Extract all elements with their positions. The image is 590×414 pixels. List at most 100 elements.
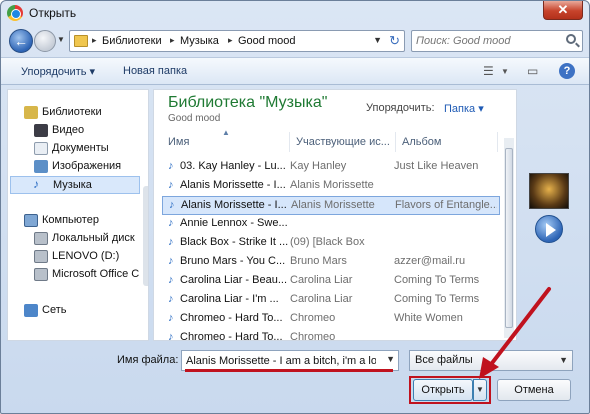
forward-button[interactable]: [34, 30, 56, 52]
filename-field[interactable]: ▼: [181, 350, 399, 371]
new-folder-button[interactable]: Новая папка: [123, 65, 187, 77]
column-header-artists[interactable]: Участвующие ис...: [292, 132, 396, 152]
breadcrumb-separator-icon[interactable]: ▸: [228, 35, 233, 46]
table-row[interactable]: ♪ Chromeo - Hard To... Chromeo White Wome…: [162, 310, 500, 329]
column-header-album[interactable]: Альбом: [398, 132, 498, 152]
breadcrumb-libraries[interactable]: Библиотеки: [102, 35, 162, 47]
sidebar-item-music[interactable]: ♪ Музыка: [10, 176, 140, 194]
music-file-icon: ♪: [168, 293, 174, 305]
navigation-pane: Библиотеки Видео Документы Изображения ♪…: [7, 89, 149, 341]
sidebar-item-network[interactable]: Сеть: [24, 302, 144, 320]
open-file-dialog: Открыть ✕ ← ▼ ▸ Библиотеки ▸ Музыка ▸ Go…: [0, 0, 590, 414]
file-type-value: Все файлы: [415, 354, 473, 366]
table-row-selected[interactable]: ♪ Alanis Morissette - I... Alanis Morisse…: [162, 196, 500, 215]
music-file-icon: ♪: [168, 312, 174, 324]
sidebar-item-label: Библиотеки: [42, 106, 102, 118]
view-options-icon[interactable]: ☰: [483, 64, 494, 78]
play-icon[interactable]: [535, 215, 563, 243]
file-list-pane: Библиотека "Музыка" Good mood Упорядочит…: [153, 89, 517, 341]
row-artist: Carolina Liar: [290, 274, 353, 286]
filename-label: Имя файла:: [117, 354, 179, 366]
file-type-select[interactable]: Все файлы ▼: [409, 350, 573, 371]
toolbar: Упорядочить ▾ Новая папка ☰ ▼ ▭ ?: [1, 57, 589, 85]
cancel-button[interactable]: Отмена: [497, 379, 571, 401]
sidebar-item-local-disk[interactable]: Локальный диск: [34, 230, 144, 248]
sidebar-item-office[interactable]: Microsoft Office C: [34, 266, 144, 284]
filename-dropdown-icon[interactable]: ▼: [386, 354, 395, 364]
address-dropdown-icon[interactable]: ▼: [373, 35, 382, 45]
arrange-by-dropdown[interactable]: Папка ▾: [444, 102, 484, 115]
view-dropdown-icon[interactable]: ▼: [501, 67, 509, 76]
breadcrumb-separator-icon[interactable]: ▸: [170, 35, 175, 46]
table-row[interactable]: ♪ Alanis Morissette - I... Alanis Morisse…: [162, 177, 500, 196]
row-album: azzer@mail.ru: [394, 255, 466, 267]
breadcrumb-music[interactable]: Музыка: [180, 35, 219, 47]
sidebar-item-images[interactable]: Изображения: [34, 158, 144, 176]
close-button[interactable]: ✕: [543, 1, 583, 20]
row-name: Alanis Morissette - I...: [180, 179, 286, 191]
sidebar-item-label: Изображения: [52, 160, 122, 172]
row-name: 03. Kay Hanley - Lu...: [180, 160, 286, 172]
table-row[interactable]: ♪ Carolina Liar - Beau... Carolina Liar C…: [162, 272, 500, 291]
list-scrollbar[interactable]: [504, 138, 514, 338]
row-name: Carolina Liar - I'm ...: [180, 293, 279, 305]
filename-input[interactable]: [186, 353, 376, 368]
file-type-dropdown-icon[interactable]: ▼: [559, 355, 568, 365]
documents-icon: [34, 142, 48, 155]
breadcrumb-good-mood[interactable]: Good mood: [238, 35, 295, 47]
sidebar-item-label: Microsoft Office C: [52, 268, 140, 280]
breadcrumb-separator-icon[interactable]: ▸: [92, 35, 97, 46]
drive-icon: [34, 268, 48, 281]
sidebar-item-computer[interactable]: Компьютер: [24, 212, 144, 230]
list-scrollbar-thumb[interactable]: [505, 148, 513, 328]
address-bar[interactable]: ▸ Библиотеки ▸ Музыка ▸ Good mood ▼ ↻: [69, 30, 405, 52]
back-button[interactable]: ←: [9, 29, 33, 53]
row-artist: Kay Hanley: [290, 160, 347, 172]
column-header-name[interactable]: Имя: [164, 132, 290, 152]
row-name: Bruno Mars - You C...: [180, 255, 286, 267]
help-icon[interactable]: ?: [559, 63, 575, 79]
row-album: White Women: [394, 312, 463, 324]
row-artist: Chromeo: [290, 312, 336, 324]
chrome-icon: [7, 5, 23, 21]
annotation-underline: [185, 369, 393, 372]
music-file-icon: ♪: [168, 274, 174, 286]
search-box[interactable]: [411, 30, 583, 52]
table-row[interactable]: ♪ Bruno Mars - You C... Bruno Mars azzer@…: [162, 253, 500, 272]
music-file-icon: ♪: [168, 255, 174, 267]
sidebar-item-video[interactable]: Видео: [34, 122, 144, 140]
table-row[interactable]: ♪ Annie Lennox - Swe...: [162, 215, 500, 234]
title-bar: Открыть ✕: [1, 1, 589, 25]
sidebar-item-label: Сеть: [42, 304, 67, 316]
navigation-row: ← ▼ ▸ Библиотеки ▸ Музыка ▸ Good mood ▼ …: [1, 27, 589, 55]
history-dropdown-icon[interactable]: ▼: [57, 35, 67, 47]
nav-scrollbar[interactable]: [143, 186, 148, 286]
library-title: Библиотека "Музыка": [168, 94, 328, 111]
open-split-dropdown-icon[interactable]: ▼: [473, 379, 487, 401]
table-row[interactable]: ♪ Carolina Liar - I'm ... Carolina Liar C…: [162, 291, 500, 310]
table-row[interactable]: ♪ 03. Kay Hanley - Lu... Kay Hanley Just …: [162, 158, 500, 177]
libraries-icon: [24, 106, 38, 119]
search-input[interactable]: [416, 34, 556, 48]
sidebar-item-libraries[interactable]: Библиотеки: [24, 104, 144, 122]
sidebar-item-label: LENOVO (D:): [52, 250, 120, 262]
preview-pane-icon[interactable]: ▭: [527, 64, 538, 78]
organize-button[interactable]: Упорядочить ▾: [21, 65, 95, 78]
sidebar-item-lenovo-d[interactable]: LENOVO (D:): [34, 248, 144, 266]
refresh-icon[interactable]: ↻: [389, 33, 400, 49]
images-icon: [34, 160, 48, 173]
table-row[interactable]: ♪ Chromeo - Hard To... Chromeo: [162, 329, 500, 340]
sidebar-item-label: Документы: [52, 142, 109, 154]
row-name: Carolina Liar - Beau...: [180, 274, 287, 286]
album-art-thumbnail: [529, 173, 569, 209]
table-row[interactable]: ♪ Black Box - Strike It ... (09) [Black B…: [162, 234, 500, 253]
sidebar-item-documents[interactable]: Документы: [34, 140, 144, 158]
search-icon[interactable]: [566, 34, 576, 44]
sidebar-item-label: Компьютер: [42, 214, 99, 226]
row-album: Just Like Heaven: [394, 160, 479, 172]
music-icon: ♪: [33, 177, 39, 191]
window-title: Открыть: [29, 6, 77, 20]
row-name: Annie Lennox - Swe...: [180, 217, 288, 229]
open-button[interactable]: Открыть: [413, 379, 473, 401]
sidebar-item-label: Локальный диск: [52, 232, 135, 244]
